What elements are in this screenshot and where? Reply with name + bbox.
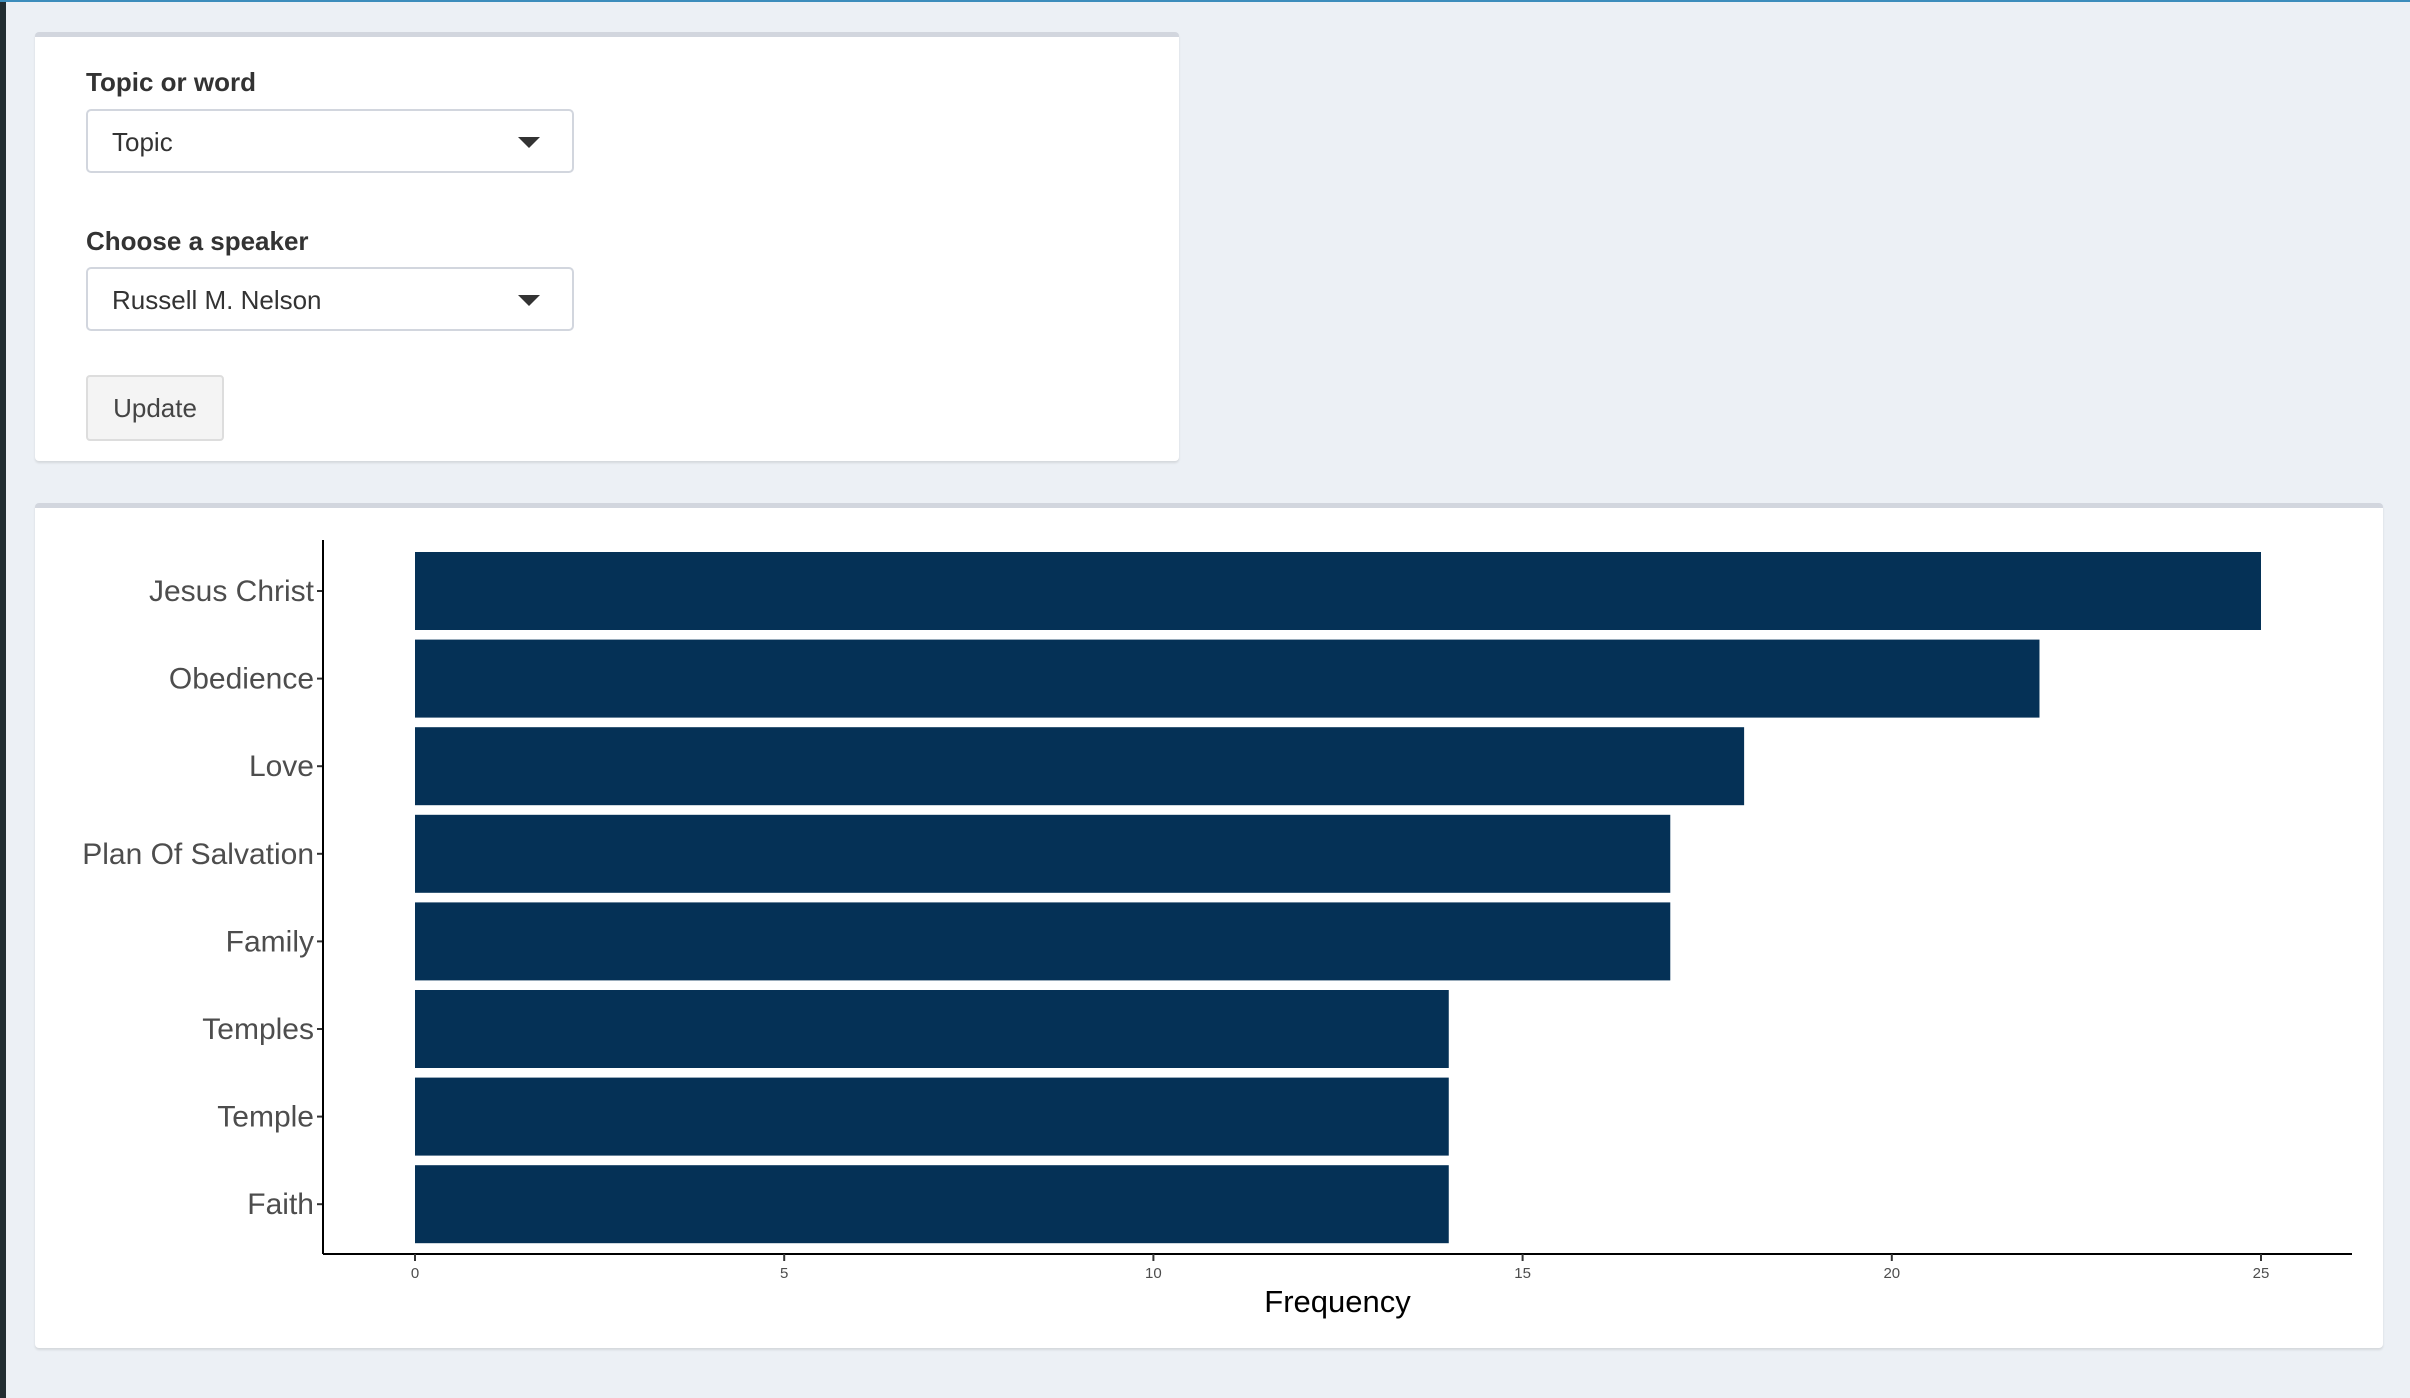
bar-obedience <box>415 639 2040 718</box>
bar-temple <box>415 1077 1449 1156</box>
y-tick-label: Plan Of Salvation <box>82 838 314 871</box>
y-tick-label: Family <box>226 925 314 958</box>
speaker-select-value: Russell M. Nelson <box>112 285 322 315</box>
y-tick-label: Obedience <box>169 663 314 696</box>
y-tick-label: Temple <box>217 1101 314 1134</box>
frequency-bar-chart: Jesus Christ Obedience Love Plan Of Salvati… <box>82 540 2352 1319</box>
chevron-down-icon <box>518 295 540 306</box>
topic-select[interactable]: Topic <box>86 109 574 173</box>
y-tick-label: Jesus Christ <box>149 575 315 608</box>
topic-select-value: Topic <box>112 127 173 157</box>
controls-panel: Topic or word Topic Choose a speaker Rus… <box>35 32 1179 461</box>
y-tick-label: Love <box>249 750 314 783</box>
header-accent-line <box>0 0 2410 2</box>
x-tick-label: 20 <box>1883 1265 1900 1282</box>
topic-label: Topic or word <box>86 67 256 97</box>
bar-faith <box>415 1165 1449 1244</box>
chart-panel: Jesus Christ Obedience Love Plan Of Salvati… <box>35 503 2383 1348</box>
bar-temples <box>415 990 1449 1068</box>
x-tick-label: 10 <box>1145 1265 1162 1282</box>
update-button[interactable]: Update <box>86 375 224 441</box>
x-tick-label: 15 <box>1514 1265 1531 1282</box>
y-tick-label: Temples <box>202 1013 314 1046</box>
x-tick-label: 0 <box>411 1265 419 1282</box>
bar-love <box>415 727 1745 806</box>
speaker-label: Choose a speaker <box>86 226 309 256</box>
x-tick-label: 25 <box>2253 1265 2270 1282</box>
bar-family <box>415 902 1671 981</box>
bar-jesus-christ <box>415 552 2261 630</box>
speaker-select[interactable]: Russell M. Nelson <box>86 267 574 331</box>
x-axis-title: Frequency <box>1264 1284 1411 1319</box>
bar-plan-of-salvation <box>415 814 1671 893</box>
chevron-down-icon <box>518 137 540 148</box>
y-tick-label: Faith <box>247 1188 314 1221</box>
x-tick-label: 5 <box>780 1265 788 1282</box>
sidebar-edge <box>0 0 6 1398</box>
